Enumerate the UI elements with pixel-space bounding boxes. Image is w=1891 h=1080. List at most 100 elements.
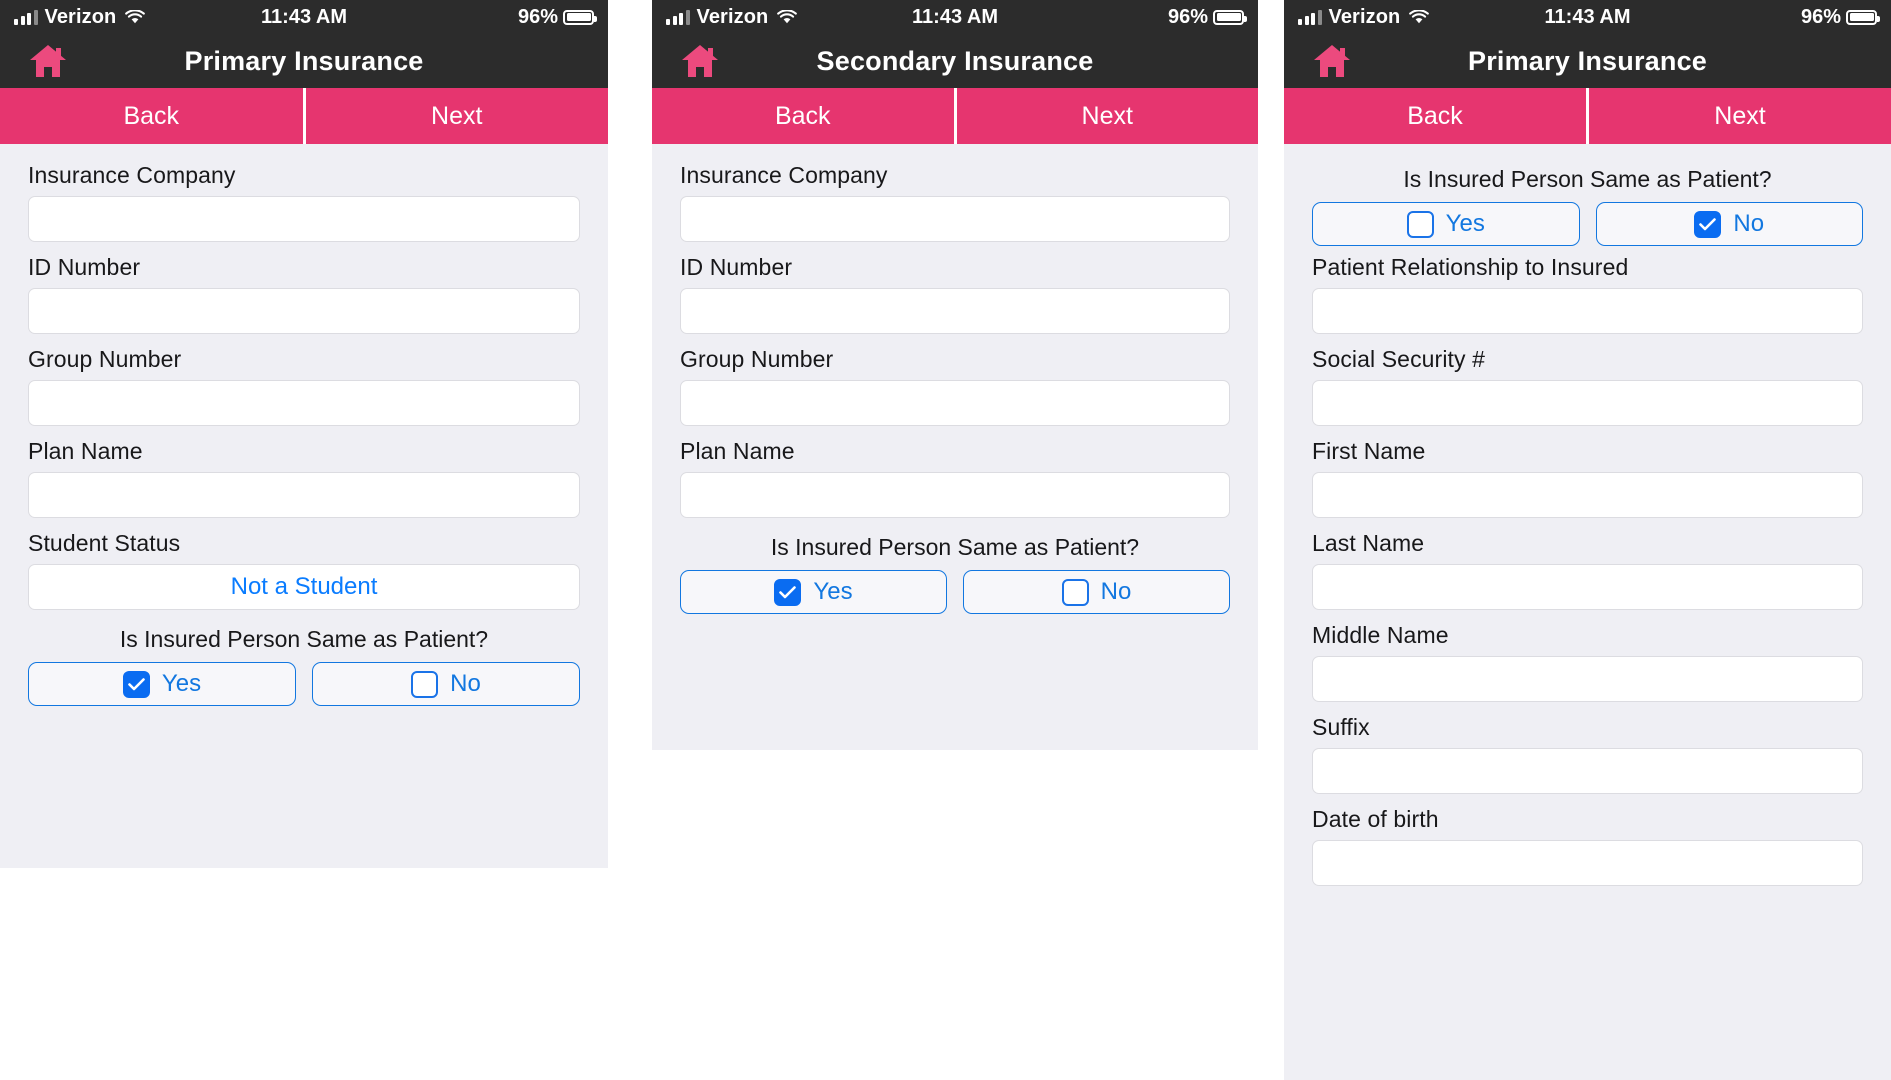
field-label: Last Name [1312, 530, 1425, 556]
battery-percent-label: 96% [517, 5, 558, 28]
plan-name-input[interactable] [680, 472, 1230, 518]
insured-same-as-patient-question: Is Insured Person Same as Patient? Yes N… [28, 626, 580, 706]
field-first-name: First Name [1312, 430, 1863, 518]
nav-bar: Secondary Insurance [652, 34, 1258, 88]
action-bar: Back Next [1284, 88, 1891, 144]
battery-icon [1846, 9, 1880, 25]
status-bar: Verizon 11:43 AM 96% [652, 0, 1258, 34]
checkbox-yes-icon[interactable] [122, 670, 150, 698]
field-label: Insurance Company [28, 162, 236, 188]
form-body: Is Insured Person Same as Patient? Yes N… [1284, 144, 1891, 908]
insured-same-as-patient-question: Is Insured Person Same as Patient? Yes N… [1312, 166, 1863, 246]
back-button[interactable]: Back [652, 88, 954, 144]
field-label: Group Number [28, 346, 182, 372]
signal-bars-icon [1298, 9, 1322, 25]
first-name-input[interactable] [1312, 472, 1863, 518]
carrier-label: Verizon [44, 5, 117, 28]
signal-bars-icon [14, 9, 38, 25]
plan-name-input[interactable] [28, 472, 580, 518]
field-label: ID Number [680, 254, 793, 280]
choice-label: No [1733, 210, 1765, 237]
suffix-input[interactable] [1312, 748, 1863, 794]
home-icon[interactable] [1312, 43, 1352, 79]
social-security-input[interactable] [1312, 380, 1863, 426]
phone-panel-secondary-insurance: Verizon 11:43 AM 96% Secondary Insurance… [652, 0, 1258, 750]
choice-yes[interactable]: Yes [1312, 202, 1580, 246]
choice-no[interactable]: No [1595, 202, 1863, 246]
field-label: Date of birth [1312, 806, 1439, 832]
form-body: Insurance Company ID Number Group Number… [0, 144, 608, 724]
id-number-input[interactable] [680, 288, 1230, 334]
last-name-input[interactable] [1312, 564, 1863, 610]
choice-label: No [450, 670, 481, 697]
choice-label: Yes [1445, 210, 1485, 237]
choice-yes[interactable]: Yes [28, 662, 296, 706]
choice-label: Yes [813, 578, 853, 605]
group-number-input[interactable] [680, 380, 1230, 426]
field-label: Group Number [680, 346, 834, 372]
insurance-company-input[interactable] [680, 196, 1230, 242]
field-plan-name: Plan Name [28, 430, 580, 518]
battery-percent-label: 96% [1800, 5, 1841, 28]
home-icon[interactable] [28, 43, 68, 79]
field-label: First Name [1312, 438, 1426, 464]
choice-label: Yes [161, 670, 202, 697]
checkbox-no-icon[interactable] [411, 670, 439, 698]
carrier-label: Verizon [696, 5, 769, 28]
field-label: Suffix [1312, 714, 1370, 740]
id-number-input[interactable] [28, 288, 580, 334]
field-label: Insurance Company [680, 162, 888, 188]
carrier-label: Verizon [1328, 5, 1401, 28]
field-suffix: Suffix [1312, 706, 1863, 794]
battery-icon [563, 9, 597, 25]
choice-group: Yes No [28, 662, 580, 706]
page-title: Secondary Insurance [816, 45, 1094, 76]
phone-panel-primary-insurance-insured-details: Verizon 11:43 AM 96% Primary Insurance B… [1284, 0, 1891, 1080]
action-bar: Back Next [0, 88, 608, 144]
choice-no[interactable]: No [312, 662, 580, 706]
home-icon[interactable] [680, 43, 720, 79]
group-number-input[interactable] [28, 380, 580, 426]
checkbox-no-icon[interactable] [1694, 210, 1722, 238]
back-button[interactable]: Back [0, 88, 303, 144]
choice-yes[interactable]: Yes [680, 570, 947, 614]
back-button[interactable]: Back [1284, 88, 1586, 144]
next-button[interactable]: Next [953, 88, 1258, 144]
signal-bars-icon [666, 9, 690, 25]
field-middle-name: Middle Name [1312, 614, 1863, 702]
patient-relationship-input[interactable] [1312, 288, 1863, 334]
choice-no[interactable]: No [963, 570, 1230, 614]
field-label: Student Status [28, 530, 181, 556]
question-label: Is Insured Person Same as Patient? [1403, 166, 1772, 192]
wifi-icon [1409, 9, 1430, 25]
field-last-name: Last Name [1312, 522, 1863, 610]
field-label: Plan Name [28, 438, 143, 464]
field-social-security-number: Social Security # [1312, 338, 1863, 426]
next-button[interactable]: Next [1586, 88, 1891, 144]
choice-group: Yes No [680, 570, 1230, 614]
status-bar-right: 96% [1800, 5, 1880, 29]
field-label: Plan Name [680, 438, 795, 464]
middle-name-input[interactable] [1312, 656, 1863, 702]
next-button[interactable]: Next [302, 88, 608, 144]
field-group-number: Group Number [28, 338, 580, 426]
status-bar-right: 96% [517, 5, 597, 29]
field-label: ID Number [28, 254, 141, 280]
checkbox-no-icon[interactable] [1061, 578, 1089, 606]
field-plan-name: Plan Name [680, 430, 1230, 518]
battery-icon [1213, 9, 1247, 25]
insurance-company-input[interactable] [28, 196, 580, 242]
field-insurance-company: Insurance Company [28, 154, 580, 242]
page-title: Primary Insurance [1467, 45, 1708, 76]
field-group-number: Group Number [680, 338, 1230, 426]
status-bar: Verizon 11:43 AM 96% [0, 0, 608, 34]
question-label: Is Insured Person Same as Patient? [770, 534, 1140, 560]
checkbox-yes-icon[interactable] [1406, 210, 1434, 238]
nav-bar: Primary Insurance [1284, 34, 1891, 88]
date-of-birth-input[interactable] [1312, 840, 1863, 886]
insured-same-as-patient-question: Is Insured Person Same as Patient? Yes N… [680, 534, 1230, 614]
checkbox-yes-icon[interactable] [774, 578, 802, 606]
choice-group: Yes No [1312, 202, 1863, 246]
student-status-picker[interactable]: Not a Student [28, 564, 580, 610]
choice-label: No [1100, 578, 1132, 605]
